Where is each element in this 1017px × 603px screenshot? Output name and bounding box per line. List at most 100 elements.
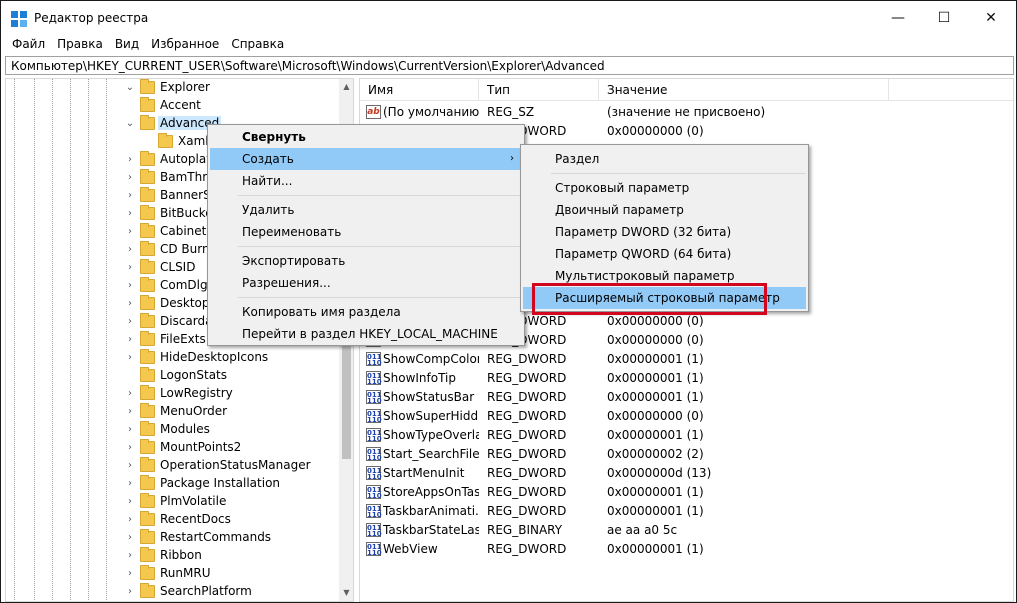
- tree-node[interactable]: ⌄ Explorer: [6, 79, 338, 97]
- expand-chevron-icon[interactable]: ›: [124, 457, 136, 475]
- tree-node[interactable]: › LowRegistry: [6, 385, 338, 403]
- expand-chevron-icon[interactable]: ›: [124, 331, 136, 349]
- tree-node[interactable]: › MountPoints2: [6, 439, 338, 457]
- address-bar[interactable]: Компьютер\HKEY_CURRENT_USER\Software\Mic…: [5, 56, 1014, 75]
- tree-node-label[interactable]: CLSID: [158, 260, 197, 274]
- expand-chevron-icon[interactable]: ›: [124, 565, 136, 583]
- tree-node[interactable]: LogonStats: [6, 367, 338, 385]
- value-row[interactable]: 011 110 ShowStatusBar REG_DWORD 0x00000001 (…: [360, 388, 1013, 407]
- value-row[interactable]: ab (По умолчанию) REG_SZ (значение не присв…: [360, 103, 1013, 122]
- permissions-menu-item[interactable]: Разрешения...: [210, 272, 522, 294]
- collapse-chevron-icon[interactable]: ⌄: [124, 79, 136, 97]
- tree-node-label[interactable]: Modules: [158, 422, 212, 436]
- collapse-menu-item[interactable]: Свернуть: [210, 126, 522, 148]
- column-separator[interactable]: [478, 79, 479, 101]
- value-row[interactable]: 011 110 ShowTypeOverlay REG_DWORD 0x00000001…: [360, 426, 1013, 445]
- tree-node-label[interactable]: Explorer: [158, 80, 212, 94]
- new-key-menu-item[interactable]: Раздел: [523, 148, 806, 170]
- value-row[interactable]: 011110TaskbarStateLast... REG_BINARY ae aa…: [360, 521, 1013, 540]
- title-bar[interactable]: Редактор реестра — ☐ ✕: [1, 1, 1016, 35]
- close-button[interactable]: ✕: [968, 1, 1014, 35]
- tree-node[interactable]: › Package Installation: [6, 475, 338, 493]
- menu-view[interactable]: Вид: [110, 35, 144, 55]
- value-row[interactable]: 011 110 TaskbarAnimati... REG_DWORD 0x000000…: [360, 502, 1013, 521]
- expand-chevron-icon[interactable]: ›: [124, 169, 136, 187]
- expand-chevron-icon[interactable]: ›: [124, 277, 136, 295]
- expand-chevron-icon[interactable]: ›: [124, 349, 136, 367]
- tree-node-label[interactable]: PlmVolatile: [158, 494, 228, 508]
- expand-chevron-icon[interactable]: ›: [124, 403, 136, 421]
- value-row[interactable]: 011 110 ShowInfoTip REG_DWORD 0x00000001 (1): [360, 369, 1013, 388]
- tree-node-label[interactable]: Ribbon: [158, 548, 204, 562]
- tree-node[interactable]: Accent: [6, 97, 338, 115]
- scroll-down-icon[interactable]: ▼: [339, 585, 353, 601]
- expand-chevron-icon[interactable]: ›: [124, 187, 136, 205]
- value-row[interactable]: 011110StoreAppsOnTas... REG_DWORD 0x000000…: [360, 483, 1013, 502]
- column-header-value[interactable]: Значение: [607, 83, 667, 97]
- expand-chevron-icon[interactable]: ›: [124, 313, 136, 331]
- go-to-hklm-menu-item[interactable]: Перейти в раздел HKEY_LOCAL_MACHINE: [210, 323, 522, 345]
- expand-chevron-icon[interactable]: ›: [124, 493, 136, 511]
- tree-node-label[interactable]: RunMRU: [158, 566, 212, 580]
- value-row[interactable]: 011 110 Start_SearchFiles REG_DWORD 0x000000…: [360, 445, 1013, 464]
- expand-chevron-icon[interactable]: ›: [124, 295, 136, 313]
- column-header-name[interactable]: Имя: [368, 83, 393, 97]
- tree-node-label[interactable]: RecentDocs: [158, 512, 233, 526]
- tree-node[interactable]: › PlmVolatile: [6, 493, 338, 511]
- new-dword-value-menu-item[interactable]: Параметр DWORD (32 бита): [523, 221, 806, 243]
- expand-chevron-icon[interactable]: ›: [124, 205, 136, 223]
- column-separator[interactable]: [888, 79, 889, 101]
- tree-node[interactable]: › Modules: [6, 421, 338, 439]
- copy-key-name-menu-item[interactable]: Копировать имя раздела: [210, 301, 522, 323]
- expand-chevron-icon[interactable]: ›: [124, 475, 136, 493]
- menu-edit[interactable]: Правка: [52, 35, 108, 55]
- expand-chevron-icon[interactable]: ›: [124, 547, 136, 565]
- tree-node-label[interactable]: LowRegistry: [158, 386, 235, 400]
- export-menu-item[interactable]: Экспортировать: [210, 250, 522, 272]
- tree-node[interactable]: › RestartCommands: [6, 529, 338, 547]
- tree-node-label[interactable]: OperationStatusManager: [158, 458, 313, 472]
- tree-node[interactable]: › RunMRU: [6, 565, 338, 583]
- tree-node-label[interactable]: Package Installation: [158, 476, 282, 490]
- expand-chevron-icon[interactable]: ›: [124, 421, 136, 439]
- menu-file[interactable]: Файл: [7, 35, 50, 55]
- new-string-value-menu-item[interactable]: Строковый параметр: [523, 177, 806, 199]
- tree-node[interactable]: › SearchPlatform: [6, 583, 338, 601]
- tree-node-label[interactable]: Xaml: [176, 134, 211, 148]
- column-separator[interactable]: [598, 79, 599, 101]
- expand-chevron-icon[interactable]: ›: [124, 223, 136, 241]
- rename-menu-item[interactable]: Переименовать: [210, 221, 522, 243]
- menu-favorites[interactable]: Избранное: [146, 35, 224, 55]
- expand-chevron-icon[interactable]: ›: [124, 151, 136, 169]
- find-menu-item[interactable]: Найти...: [210, 170, 522, 192]
- tree-node[interactable]: › HideDesktopIcons: [6, 349, 338, 367]
- tree-node-label[interactable]: SearchPlatform: [158, 584, 254, 598]
- tree-node[interactable]: › Ribbon: [6, 547, 338, 565]
- tree-node[interactable]: › RecentDocs: [6, 511, 338, 529]
- tree-node-label[interactable]: FileExts: [158, 332, 208, 346]
- tree-node-label[interactable]: Accent: [158, 98, 203, 112]
- scroll-up-icon[interactable]: ▲: [339, 79, 353, 95]
- scroll-thumb[interactable]: [342, 339, 351, 459]
- expand-chevron-icon[interactable]: ›: [124, 511, 136, 529]
- value-row[interactable]: 011 110 StartMenuInit REG_DWORD 0x0000000d (…: [360, 464, 1013, 483]
- tree-node-label[interactable]: MountPoints2: [158, 440, 243, 454]
- value-row[interactable]: 011 110 ShowSuperHidd... REG_DWORD 0x0000000…: [360, 407, 1013, 426]
- create-menu-item[interactable]: Создать ›: [210, 148, 522, 170]
- menu-help[interactable]: Справка: [226, 35, 289, 55]
- tree-node-label[interactable]: Desktop: [158, 296, 212, 310]
- value-row[interactable]: 011 110 ShowCompColor REG_DWORD 0x00000001 (…: [360, 350, 1013, 369]
- expand-chevron-icon[interactable]: ›: [124, 529, 136, 547]
- maximize-button[interactable]: ☐: [921, 1, 967, 35]
- expand-chevron-icon[interactable]: ›: [124, 385, 136, 403]
- expand-chevron-icon[interactable]: ›: [124, 583, 136, 601]
- tree-node-label[interactable]: RestartCommands: [158, 530, 273, 544]
- expand-chevron-icon[interactable]: ›: [124, 259, 136, 277]
- tree-node-label[interactable]: HideDesktopIcons: [158, 350, 270, 364]
- column-header-type[interactable]: Тип: [487, 83, 510, 97]
- minimize-button[interactable]: —: [875, 1, 921, 35]
- delete-menu-item[interactable]: Удалить: [210, 199, 522, 221]
- value-row[interactable]: 011 110 WebView REG_DWORD 0x00000001 (1): [360, 540, 1013, 559]
- expand-chevron-icon[interactable]: ›: [124, 439, 136, 457]
- new-qword-value-menu-item[interactable]: Параметр QWORD (64 бита): [523, 243, 806, 265]
